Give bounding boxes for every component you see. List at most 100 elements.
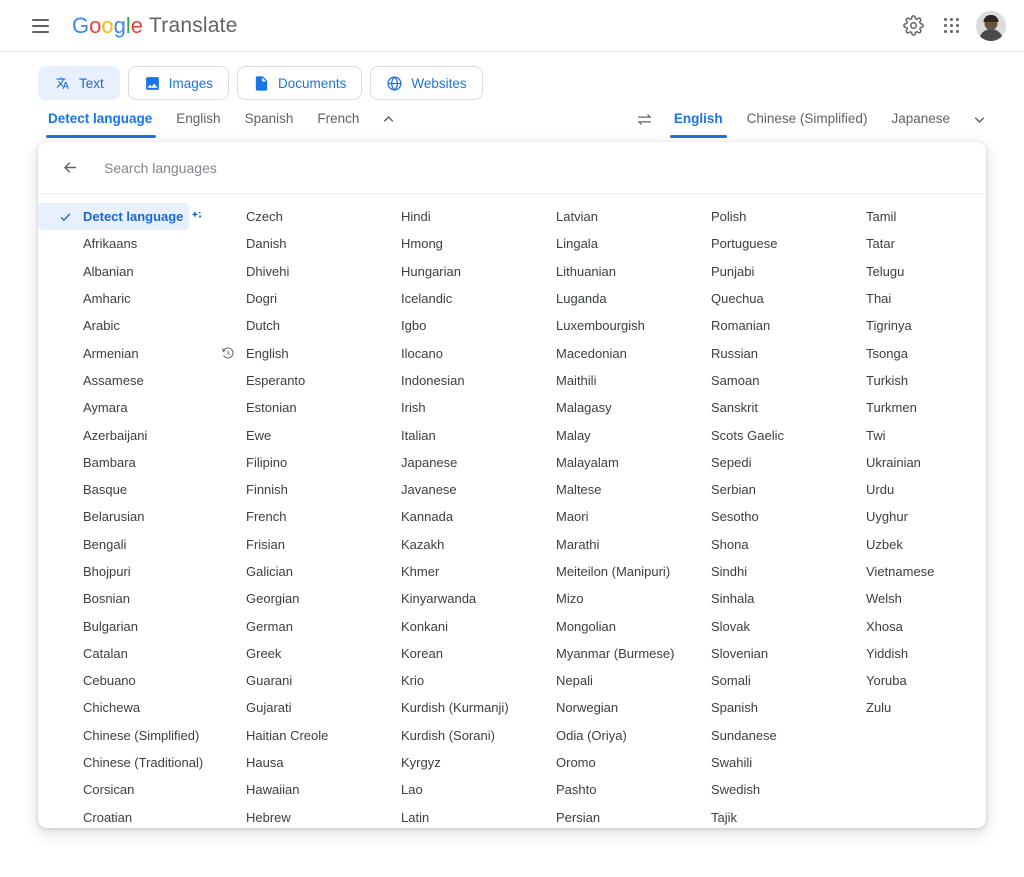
target-tab-chinese-simplified[interactable]: Chinese (Simplified): [735, 111, 880, 138]
language-option-georgian[interactable]: Georgian: [201, 585, 356, 612]
language-option-hmong[interactable]: Hmong: [356, 230, 511, 257]
language-option-hausa[interactable]: Hausa: [201, 749, 356, 776]
language-option-dogri[interactable]: Dogri: [201, 285, 356, 312]
language-option-tatar[interactable]: Tatar: [821, 230, 976, 257]
language-option-portuguese[interactable]: Portuguese: [666, 230, 821, 257]
language-option-cebuano[interactable]: Cebuano: [38, 667, 201, 694]
language-option-polish[interactable]: Polish: [666, 203, 821, 230]
language-option-tajik[interactable]: Tajik: [666, 804, 821, 828]
language-option-dhivehi[interactable]: Dhivehi: [201, 258, 356, 285]
language-option-ewe[interactable]: Ewe: [201, 421, 356, 448]
language-option-bulgarian[interactable]: Bulgarian: [38, 612, 201, 639]
language-option-bengali[interactable]: Bengali: [38, 531, 201, 558]
tab-documents[interactable]: Documents: [237, 66, 363, 100]
language-option-pashto[interactable]: Pashto: [511, 776, 666, 803]
language-option-chinese-traditional[interactable]: Chinese (Traditional): [38, 749, 203, 776]
language-option-corsican[interactable]: Corsican: [38, 776, 201, 803]
language-option-esperanto[interactable]: Esperanto: [201, 367, 356, 394]
language-option-kurdish-kurmanji[interactable]: Kurdish (Kurmanji): [356, 694, 511, 721]
language-option-dutch[interactable]: Dutch: [201, 312, 356, 339]
language-option-tsonga[interactable]: Tsonga: [821, 339, 976, 366]
language-option-swahili[interactable]: Swahili: [666, 749, 821, 776]
language-option-kannada[interactable]: Kannada: [356, 503, 511, 530]
language-option-igbo[interactable]: Igbo: [356, 312, 511, 339]
language-option-norwegian[interactable]: Norwegian: [511, 694, 666, 721]
language-option-ilocano[interactable]: Ilocano: [356, 339, 511, 366]
language-option-zulu[interactable]: Zulu: [821, 694, 976, 721]
language-option-mongolian[interactable]: Mongolian: [511, 612, 666, 639]
language-option-turkish[interactable]: Turkish: [821, 367, 976, 394]
language-option-albanian[interactable]: Albanian: [38, 258, 201, 285]
hamburger-icon[interactable]: [20, 6, 60, 46]
language-option-twi[interactable]: Twi: [821, 421, 976, 448]
language-option-detect-language[interactable]: Detect language: [38, 203, 202, 231]
language-option-irish[interactable]: Irish: [356, 394, 511, 421]
google-apps-icon[interactable]: [932, 7, 970, 45]
language-option-nepali[interactable]: Nepali: [511, 667, 666, 694]
language-option-odia-oriya[interactable]: Odia (Oriya): [511, 722, 666, 749]
language-option-krio[interactable]: Krio: [356, 667, 511, 694]
language-option-arabic[interactable]: Arabic: [38, 312, 201, 339]
language-option-sesotho[interactable]: Sesotho: [666, 503, 821, 530]
language-option-bhojpuri[interactable]: Bhojpuri: [38, 558, 201, 585]
language-option-meiteilon-manipuri[interactable]: Meiteilon (Manipuri): [511, 558, 670, 585]
source-tab-english[interactable]: English: [164, 111, 232, 138]
swap-languages-icon[interactable]: [628, 102, 662, 136]
language-option-uzbek[interactable]: Uzbek: [821, 531, 976, 558]
brand-logo[interactable]: Google Translate: [72, 13, 238, 39]
language-option-vietnamese[interactable]: Vietnamese: [821, 558, 976, 585]
language-option-chichewa[interactable]: Chichewa: [38, 694, 201, 721]
search-input[interactable]: [102, 158, 972, 177]
language-option-scots-gaelic[interactable]: Scots Gaelic: [666, 421, 821, 448]
language-option-russian[interactable]: Russian: [666, 339, 821, 366]
language-option-sindhi[interactable]: Sindhi: [666, 558, 821, 585]
language-option-english[interactable]: English: [201, 339, 356, 366]
language-option-luxembourgish[interactable]: Luxembourgish: [511, 312, 666, 339]
language-option-lao[interactable]: Lao: [356, 776, 511, 803]
language-option-tigrinya[interactable]: Tigrinya: [821, 312, 976, 339]
source-tab-french[interactable]: French: [305, 111, 371, 138]
language-option-samoan[interactable]: Samoan: [666, 367, 821, 394]
language-option-hungarian[interactable]: Hungarian: [356, 258, 511, 285]
language-option-haitian-creole[interactable]: Haitian Creole: [201, 722, 356, 749]
language-option-telugu[interactable]: Telugu: [821, 258, 976, 285]
chevron-up-icon[interactable]: [371, 108, 405, 130]
language-option-french[interactable]: French: [201, 503, 356, 530]
language-option-xhosa[interactable]: Xhosa: [821, 612, 976, 639]
tab-websites[interactable]: Websites: [370, 66, 483, 100]
tab-text[interactable]: Text: [38, 66, 120, 100]
language-option-armenian[interactable]: Armenian: [38, 339, 201, 366]
language-option-amharic[interactable]: Amharic: [38, 285, 201, 312]
language-option-frisian[interactable]: Frisian: [201, 531, 356, 558]
language-option-latvian[interactable]: Latvian: [511, 203, 666, 230]
language-option-slovak[interactable]: Slovak: [666, 612, 821, 639]
language-option-estonian[interactable]: Estonian: [201, 394, 356, 421]
avatar[interactable]: [976, 10, 1006, 41]
language-option-maltese[interactable]: Maltese: [511, 476, 666, 503]
language-option-hebrew[interactable]: Hebrew: [201, 804, 356, 828]
language-option-italian[interactable]: Italian: [356, 421, 511, 448]
language-option-romanian[interactable]: Romanian: [666, 312, 821, 339]
language-option-luganda[interactable]: Luganda: [511, 285, 666, 312]
language-option-serbian[interactable]: Serbian: [666, 476, 821, 503]
language-option-punjabi[interactable]: Punjabi: [666, 258, 821, 285]
language-option-kurdish-sorani[interactable]: Kurdish (Sorani): [356, 722, 511, 749]
language-option-basque[interactable]: Basque: [38, 476, 201, 503]
source-tab-spanish[interactable]: Spanish: [233, 111, 306, 138]
language-option-german[interactable]: German: [201, 612, 356, 639]
language-option-filipino[interactable]: Filipino: [201, 449, 356, 476]
language-option-myanmar-burmese[interactable]: Myanmar (Burmese): [511, 640, 674, 667]
language-option-finnish[interactable]: Finnish: [201, 476, 356, 503]
language-option-javanese[interactable]: Javanese: [356, 476, 511, 503]
language-option-somali[interactable]: Somali: [666, 667, 821, 694]
language-option-catalan[interactable]: Catalan: [38, 640, 201, 667]
chevron-down-icon[interactable]: [962, 108, 996, 130]
language-option-hawaiian[interactable]: Hawaiian: [201, 776, 356, 803]
language-option-quechua[interactable]: Quechua: [666, 285, 821, 312]
language-option-lingala[interactable]: Lingala: [511, 230, 666, 257]
language-option-greek[interactable]: Greek: [201, 640, 356, 667]
language-option-konkani[interactable]: Konkani: [356, 612, 511, 639]
language-option-yoruba[interactable]: Yoruba: [821, 667, 976, 694]
language-option-oromo[interactable]: Oromo: [511, 749, 666, 776]
language-option-marathi[interactable]: Marathi: [511, 531, 666, 558]
